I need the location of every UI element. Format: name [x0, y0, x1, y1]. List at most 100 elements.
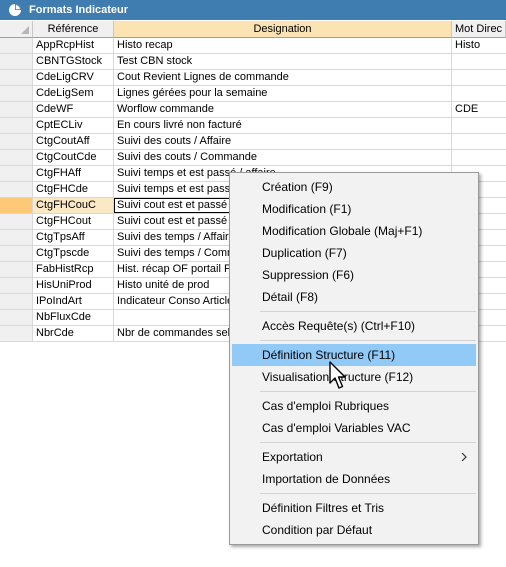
- menu-item-label: Définition Filtres et Tris: [262, 501, 385, 515]
- row-selector[interactable]: [0, 198, 33, 214]
- cell-designation[interactable]: Test CBN stock: [114, 54, 452, 70]
- cell-reference[interactable]: CtgCoutCde: [33, 150, 114, 166]
- row-selector[interactable]: [0, 214, 33, 230]
- menu-item-label: Détail (F8): [262, 290, 319, 304]
- column-header-reference[interactable]: Référence: [33, 21, 114, 38]
- table-row[interactable]: CdeLigCRV Cout Revient Lignes de commande: [0, 70, 506, 86]
- cell-designation[interactable]: Lignes gérées pour la semaine: [114, 86, 452, 102]
- cell-designation[interactable]: En cours livré non facturé: [114, 118, 452, 134]
- row-selector[interactable]: [0, 54, 33, 70]
- cell-designation[interactable]: Histo recap: [114, 38, 452, 54]
- cell-reference[interactable]: CptECLiv: [33, 118, 114, 134]
- menu-item[interactable]: Importation de Données: [230, 468, 478, 490]
- submenu-arrow-icon: [461, 453, 467, 461]
- table-row[interactable]: CtgCoutAff Suivi des couts / Affaire: [0, 134, 506, 150]
- cell-mot-directeur[interactable]: [452, 70, 506, 86]
- cell-reference[interactable]: CtgFHAff: [33, 166, 114, 182]
- menu-item-label: Création (F9): [262, 180, 333, 194]
- table-row[interactable]: CBNTGStock Test CBN stock: [0, 54, 506, 70]
- menu-item[interactable]: Suppression (F6): [230, 264, 478, 286]
- row-selector[interactable]: [0, 278, 33, 294]
- menu-item[interactable]: Modification Globale (Maj+F1): [230, 220, 478, 242]
- menu-item[interactable]: Cas d'emploi Variables VAC: [230, 417, 478, 439]
- cell-designation[interactable]: Suivi des couts / Affaire: [114, 134, 452, 150]
- row-selector[interactable]: [0, 246, 33, 262]
- cell-reference[interactable]: CdeLigCRV: [33, 70, 114, 86]
- cell-reference[interactable]: IPoIndArt: [33, 294, 114, 310]
- cell-reference[interactable]: HisUniProd: [33, 278, 114, 294]
- table-row[interactable]: CptECLiv En cours livré non facturé: [0, 118, 506, 134]
- cell-mot-directeur[interactable]: [452, 86, 506, 102]
- table-row[interactable]: CdeWF Worflow commande CDE: [0, 102, 506, 118]
- menu-separator: [260, 442, 476, 443]
- menu-item[interactable]: Création (F9): [230, 176, 478, 198]
- active-cell-text: Suivi cout est et passé: [114, 198, 231, 213]
- menu-item[interactable]: Détail (F8): [230, 286, 478, 308]
- select-all-corner[interactable]: [0, 21, 33, 38]
- window-title: Formats Indicateur: [29, 4, 129, 16]
- row-selector[interactable]: [0, 102, 33, 118]
- column-header-mot-directeur[interactable]: Mot Direc: [452, 21, 506, 38]
- menu-item[interactable]: Condition par Défaut: [230, 519, 478, 541]
- row-selector[interactable]: [0, 134, 33, 150]
- row-selector[interactable]: [0, 294, 33, 310]
- row-selector[interactable]: [0, 230, 33, 246]
- menu-item[interactable]: Duplication (F7): [230, 242, 478, 264]
- cell-mot-directeur[interactable]: [452, 54, 506, 70]
- row-selector[interactable]: [0, 150, 33, 166]
- menu-item-label: Définition Structure (F11): [262, 348, 396, 362]
- row-selector[interactable]: [0, 182, 33, 198]
- cell-reference[interactable]: AppRcpHist: [33, 38, 114, 54]
- cell-reference[interactable]: CtgTpsAff: [33, 230, 114, 246]
- table-row[interactable]: CdeLigSem Lignes gérées pour la semaine: [0, 86, 506, 102]
- cell-designation[interactable]: Cout Revient Lignes de commande: [114, 70, 452, 86]
- menu-item[interactable]: Définition Structure (F11): [232, 344, 476, 366]
- row-selector[interactable]: [0, 70, 33, 86]
- cell-designation[interactable]: Worflow commande: [114, 102, 452, 118]
- table-row[interactable]: CtgCoutCde Suivi des couts / Commande: [0, 150, 506, 166]
- menu-item-label: Exportation: [262, 450, 323, 464]
- row-selector[interactable]: [0, 118, 33, 134]
- table-row[interactable]: AppRcpHist Histo recap Histo: [0, 38, 506, 54]
- cell-mot-directeur[interactable]: [452, 150, 506, 166]
- grid-header: Référence Designation Mot Direc: [0, 21, 506, 38]
- row-selector[interactable]: [0, 86, 33, 102]
- cell-reference[interactable]: NbFluxCde: [33, 310, 114, 326]
- row-selector[interactable]: [0, 310, 33, 326]
- cell-mot-directeur[interactable]: CDE: [452, 102, 506, 118]
- menu-item[interactable]: Cas d'emploi Rubriques: [230, 395, 478, 417]
- row-selector[interactable]: [0, 166, 33, 182]
- cell-reference[interactable]: CtgFHCde: [33, 182, 114, 198]
- cell-reference[interactable]: CtgCoutAff: [33, 134, 114, 150]
- row-selector[interactable]: [0, 326, 33, 342]
- menu-item[interactable]: Accès Requête(s) (Ctrl+F10): [230, 315, 478, 337]
- menu-item-label: Importation de Données: [262, 472, 391, 486]
- cell-mot-directeur[interactable]: [452, 118, 506, 134]
- cell-reference[interactable]: CtgFHCouC: [33, 198, 114, 214]
- menu-item-label: Cas d'emploi Variables VAC: [262, 421, 411, 435]
- menu-item-label: Modification Globale (Maj+F1): [262, 224, 423, 238]
- cell-reference[interactable]: NbrCde: [33, 326, 114, 342]
- cell-reference[interactable]: FabHistRcp: [33, 262, 114, 278]
- row-selector[interactable]: [0, 262, 33, 278]
- menu-item[interactable]: Exportation: [230, 446, 478, 468]
- menu-item[interactable]: Visualisation Structure (F12): [230, 366, 478, 388]
- menu-item-label: Cas d'emploi Rubriques: [262, 399, 390, 413]
- cell-reference[interactable]: CdeLigSem: [33, 86, 114, 102]
- cell-mot-directeur[interactable]: Histo: [452, 38, 506, 54]
- menu-item[interactable]: Définition Filtres et Tris: [230, 497, 478, 519]
- context-menu: Création (F9) Modification (F1) Modificati…: [229, 172, 479, 545]
- menu-item[interactable]: Modification (F1): [230, 198, 478, 220]
- menu-item-label: Accès Requête(s) (Ctrl+F10): [262, 319, 416, 333]
- cell-reference[interactable]: CtgTpscde: [33, 246, 114, 262]
- cell-reference[interactable]: CBNTGStock: [33, 54, 114, 70]
- cell-mot-directeur[interactable]: [452, 134, 506, 150]
- menu-item-label: Condition par Défaut: [262, 523, 373, 537]
- row-selector[interactable]: [0, 38, 33, 54]
- cell-reference[interactable]: CtgFHCout: [33, 214, 114, 230]
- menu-separator: [260, 340, 476, 341]
- menu-item-label: Suppression (F6): [262, 268, 355, 282]
- column-header-designation[interactable]: Designation: [114, 21, 452, 38]
- cell-reference[interactable]: CdeWF: [33, 102, 114, 118]
- cell-designation[interactable]: Suivi des couts / Commande: [114, 150, 452, 166]
